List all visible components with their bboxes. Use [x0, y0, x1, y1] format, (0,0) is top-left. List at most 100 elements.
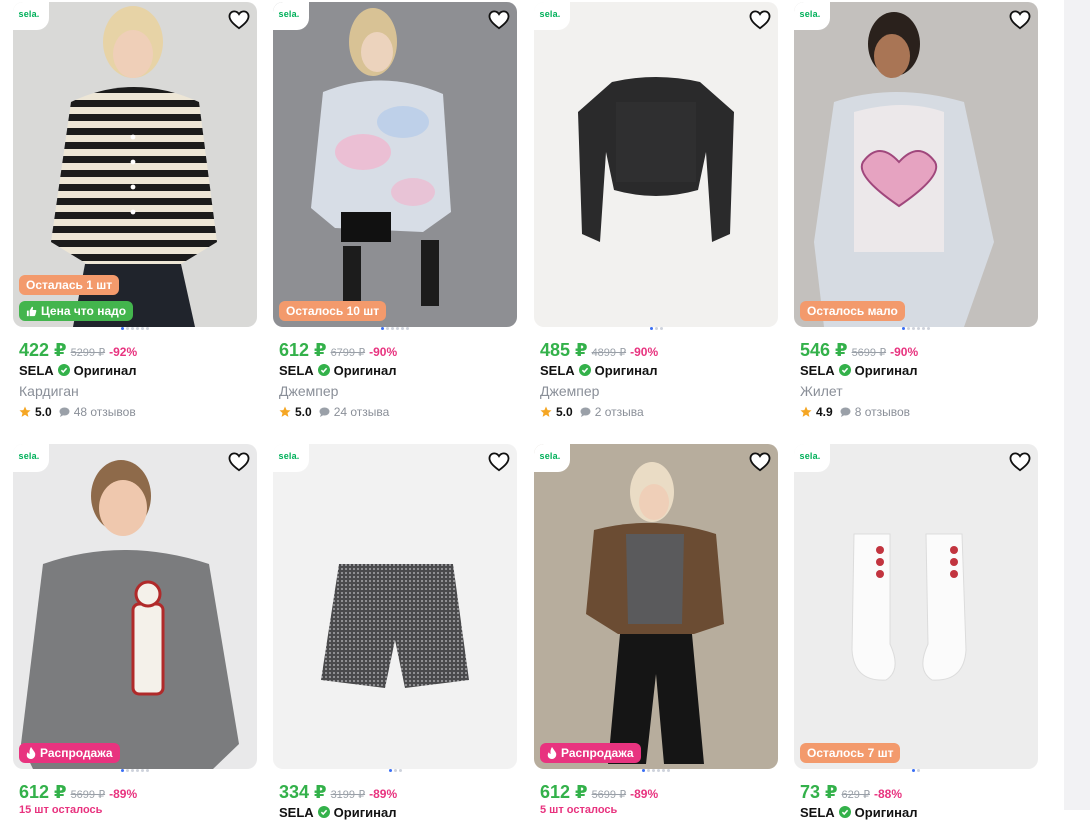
carousel-dot[interactable] [642, 769, 645, 772]
page-scrollbar[interactable] [1064, 0, 1090, 810]
carousel-dot[interactable] [391, 327, 394, 330]
carousel-dot[interactable] [912, 327, 915, 330]
reviews-count[interactable]: 2 отзыва [595, 405, 644, 419]
product-image[interactable]: sela. Осталась 1 шт Цена что надо [13, 2, 257, 327]
current-price: 485 ₽ [540, 340, 588, 360]
carousel-dot[interactable] [912, 769, 915, 772]
carousel-dot[interactable] [131, 769, 134, 772]
product-image[interactable]: sela. Осталось мало [794, 2, 1038, 327]
product-image[interactable]: sela. Распродажа [13, 444, 257, 769]
brand-name[interactable]: SELA [800, 805, 835, 820]
carousel-dot[interactable] [917, 769, 920, 772]
carousel-dot[interactable] [662, 769, 665, 772]
product-card[interactable]: sela. Осталось 7 шт 73 ₽ 629 ₽ -88% SELA… [794, 444, 1038, 820]
verified-check-icon [578, 364, 591, 376]
fire-icon [26, 747, 36, 759]
carousel-dot[interactable] [907, 327, 910, 330]
brand-name[interactable]: SELA [279, 363, 314, 378]
carousel-dot[interactable] [126, 769, 129, 772]
favorite-heart-icon[interactable] [227, 450, 251, 474]
carousel-dot[interactable] [381, 327, 384, 330]
carousel-dot[interactable] [647, 769, 650, 772]
product-info: 485 ₽ 4899 ₽ -90% SELA Оригинал Джемпер … [534, 327, 778, 419]
product-card[interactable]: sela. Осталось 10 шт 612 ₽ 6799 ₽ -90% S… [273, 2, 517, 419]
carousel-dot[interactable] [126, 327, 129, 330]
carousel-dots [13, 327, 257, 333]
carousel-dot[interactable] [386, 327, 389, 330]
favorite-heart-icon[interactable] [227, 8, 251, 32]
carousel-dot[interactable] [396, 327, 399, 330]
product-title[interactable]: Джемпер [279, 383, 511, 401]
carousel-dot[interactable] [131, 327, 134, 330]
carousel-dot[interactable] [927, 327, 930, 330]
rating-line: 5.0 2 отзыва [540, 405, 772, 419]
product-card[interactable]: sela. Распродажа 612 ₽ 5699 ₽ -89% 5 шт … [534, 444, 778, 816]
product-card[interactable]: sela. Осталась 1 шт Цена что надо 422 ₽ 5… [13, 2, 257, 419]
product-image[interactable]: sela. Распродажа [534, 444, 778, 769]
product-image[interactable]: sela. [534, 2, 778, 327]
reviews-count[interactable]: 8 отзывов [855, 405, 910, 419]
carousel-dot[interactable] [136, 327, 139, 330]
original-label: Оригинал [854, 362, 918, 378]
brand-name[interactable]: SELA [19, 363, 54, 378]
product-title[interactable]: Джемпер [540, 383, 772, 401]
brand-name[interactable]: SELA [540, 363, 575, 378]
product-image[interactable]: sela. [273, 444, 517, 769]
carousel-dot[interactable] [917, 327, 920, 330]
original-label: Оригинал [333, 804, 397, 820]
carousel-dots [13, 769, 257, 775]
carousel-dot[interactable] [922, 327, 925, 330]
carousel-dot[interactable] [146, 769, 149, 772]
product-image[interactable]: sela. Осталось 7 шт [794, 444, 1038, 769]
product-photo [534, 2, 778, 327]
carousel-dot[interactable] [657, 769, 660, 772]
carousel-dot[interactable] [401, 327, 404, 330]
carousel-dot[interactable] [388, 769, 392, 772]
product-title[interactable]: Жилет [800, 383, 1032, 401]
rating-line: 4.9 8 отзывов [800, 405, 1032, 419]
carousel-dot[interactable] [121, 769, 124, 772]
verified-check-icon [317, 364, 330, 376]
carousel-dot[interactable] [649, 327, 653, 330]
product-card[interactable]: sela. Осталось мало 546 ₽ 5699 ₽ -90% SE… [794, 2, 1038, 419]
carousel-dot[interactable] [406, 327, 409, 330]
favorite-heart-icon[interactable] [487, 450, 511, 474]
product-badge: Осталось 10 шт [279, 301, 387, 321]
favorite-heart-icon[interactable] [748, 8, 772, 32]
brand-name[interactable]: SELA [279, 805, 314, 820]
carousel-dot[interactable] [393, 769, 397, 772]
brand-name[interactable]: SELA [800, 363, 835, 378]
price-line: 334 ₽ 3199 ₽ -89% [279, 782, 511, 802]
product-photo [794, 2, 1038, 327]
favorite-heart-icon[interactable] [1008, 450, 1032, 474]
carousel-dot[interactable] [652, 769, 655, 772]
product-photo [794, 444, 1038, 769]
carousel-dot[interactable] [146, 327, 149, 330]
product-title[interactable]: Кардиган [19, 383, 251, 401]
product-image[interactable]: sela. Осталось 10 шт [273, 2, 517, 327]
carousel-dot[interactable] [659, 327, 663, 330]
carousel-dot[interactable] [141, 769, 144, 772]
product-card[interactable]: sela. 485 ₽ 4899 ₽ -90% SELA Оригинал Дж… [534, 2, 778, 419]
product-badge: Распродажа [19, 743, 120, 763]
fire-icon [547, 747, 557, 759]
carousel-dot[interactable] [654, 327, 658, 330]
product-card[interactable]: sela. 334 ₽ 3199 ₽ -89% SELA Оригинал [273, 444, 517, 820]
carousel-dot[interactable] [121, 327, 124, 330]
favorite-heart-icon[interactable] [487, 8, 511, 32]
carousel-dot[interactable] [141, 327, 144, 330]
product-card[interactable]: sela. Распродажа 612 ₽ 5699 ₽ -89% 15 шт… [13, 444, 257, 816]
favorite-heart-icon[interactable] [748, 450, 772, 474]
brand-logo: sela. [273, 2, 309, 30]
carousel-dot[interactable] [902, 327, 905, 330]
carousel-dot[interactable] [398, 769, 402, 772]
product-photo [13, 444, 257, 769]
reviews-count[interactable]: 24 отзыва [334, 405, 390, 419]
original-label: Оригинал [854, 804, 918, 820]
reviews-count[interactable]: 48 отзывов [74, 405, 136, 419]
favorite-heart-icon[interactable] [1008, 8, 1032, 32]
star-icon [800, 406, 812, 418]
carousel-dot[interactable] [667, 769, 670, 772]
carousel-dot[interactable] [136, 769, 139, 772]
discount-percent: -90% [369, 345, 398, 359]
